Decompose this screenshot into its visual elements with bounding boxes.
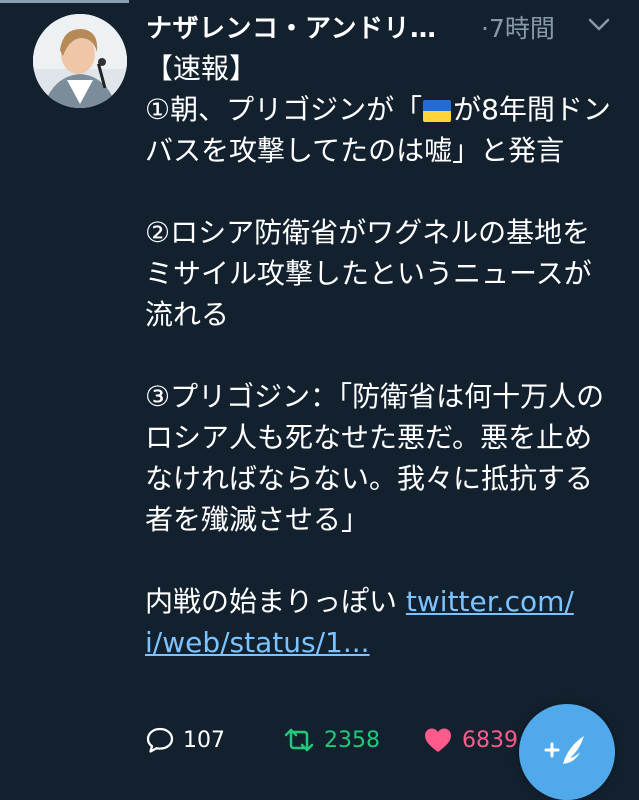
compose-icon — [544, 736, 584, 764]
avatar[interactable] — [33, 14, 127, 108]
tweet-text: 【速報】 ①朝、プリゴジンが「 が8年間ドンバスを攻撃してたのは嘘」と発言 ②ロシ… — [145, 48, 615, 663]
retweet-button[interactable]: 2358 — [282, 722, 380, 758]
heart-icon — [425, 728, 451, 752]
tweet-text-part-2: が8年間ドンバスを攻撃してたのは嘘」と発言 ②ロシア防衛省がワグネルの基地をミサ… — [145, 93, 611, 618]
tweet-text-part-1: 【速報】 ①朝、プリゴジンが「 — [145, 52, 423, 126]
reply-icon — [146, 727, 174, 753]
retweet-count: 2358 — [324, 727, 380, 753]
ukraine-flag-icon — [423, 100, 452, 122]
chevron-down-icon[interactable] — [586, 16, 612, 34]
like-button[interactable]: 6839 — [422, 722, 518, 758]
reply-button[interactable]: 107 — [145, 722, 225, 758]
like-count: 6839 — [462, 727, 518, 753]
tweet-time: ·7時間 — [481, 14, 555, 43]
compose-button[interactable] — [519, 704, 615, 800]
author-name[interactable]: ナザレンコ・アンドリ… — [146, 8, 436, 45]
tweet-header: ナザレンコ・アンドリ… ·7時間 — [146, 4, 626, 46]
tweet[interactable]: ナザレンコ・アンドリ… ·7時間 【速報】 ①朝、プリゴジンが「 が8年間ドンバス… — [0, 0, 639, 800]
retweet-icon — [284, 728, 314, 752]
reply-count: 107 — [183, 727, 225, 753]
